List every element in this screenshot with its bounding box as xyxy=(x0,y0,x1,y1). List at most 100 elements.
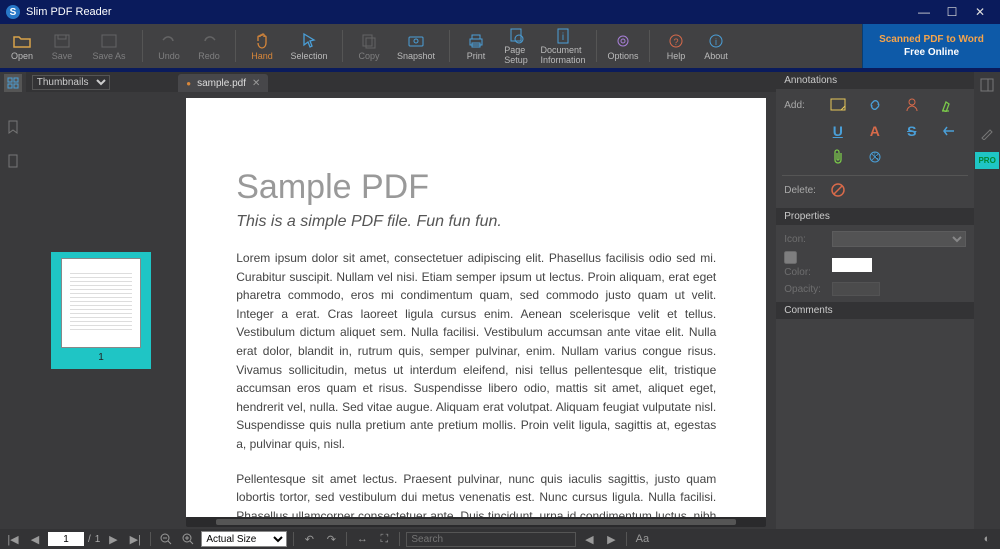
fit-page-button[interactable]: ⛶ xyxy=(375,531,393,547)
print-button[interactable]: Print xyxy=(456,24,496,68)
search-input[interactable] xyxy=(406,532,576,547)
link-tool[interactable] xyxy=(857,95,892,115)
promo-line1: Scanned PDF to Word xyxy=(879,34,984,45)
pro-badge[interactable]: PRO xyxy=(975,152,999,169)
save-as-button[interactable]: Save As xyxy=(82,24,136,68)
hand-icon xyxy=(254,31,270,51)
properties-header: Properties xyxy=(776,208,974,225)
tab-sample-pdf[interactable]: ● sample.pdf ✕ xyxy=(178,74,268,92)
right-tool-strip: PRO xyxy=(974,72,1000,529)
prop-icon-select[interactable] xyxy=(832,231,966,247)
thumbnails-panel-toggle[interactable] xyxy=(4,74,22,92)
doc-subheading: This is a simple PDF file. Fun fun fun. xyxy=(236,213,716,231)
pen-panel-toggle[interactable] xyxy=(976,122,998,144)
statusbar: |◀ ◀ / 1 ▶ ▶| Actual Size ↶ ↷ ↔ ⛶ ◀ ▶ Aa… xyxy=(0,529,1000,549)
save-as-icon xyxy=(101,31,117,51)
zoom-in-icon xyxy=(181,532,195,546)
window-maximize[interactable]: ☐ xyxy=(938,5,966,19)
help-button[interactable]: ?Help xyxy=(656,24,696,68)
open-button[interactable]: Open xyxy=(2,24,42,68)
redo-button[interactable]: Redo xyxy=(189,24,229,68)
next-page-button[interactable]: ▶ xyxy=(104,531,122,547)
doc-paragraph-1: Lorem ipsum dolor sit amet, consectetuer… xyxy=(236,249,716,454)
sidebar-mode-select[interactable]: Thumbnails xyxy=(32,75,110,90)
panel-icon xyxy=(980,78,994,92)
attach-tool[interactable] xyxy=(820,147,855,167)
signature-tool[interactable] xyxy=(894,95,929,115)
note-tool[interactable] xyxy=(820,95,855,115)
arrow-icon xyxy=(941,124,957,138)
page-setup-icon xyxy=(508,26,524,46)
prev-page-button[interactable]: ◀ xyxy=(26,531,44,547)
promo-banner[interactable]: Scanned PDF to Word Free Online xyxy=(862,24,1000,68)
zoom-out-button[interactable] xyxy=(157,531,175,547)
copy-button[interactable]: Copy xyxy=(349,24,389,68)
prop-opacity-input[interactable] xyxy=(832,282,880,296)
highlighter-icon xyxy=(941,98,957,112)
text-tool[interactable]: A xyxy=(857,121,892,141)
pdf-page: Sample PDF This is a simple PDF file. Fu… xyxy=(186,98,766,517)
no-entry-icon xyxy=(830,182,846,198)
prop-color-swatch[interactable] xyxy=(832,258,872,272)
last-page-button[interactable]: ▶| xyxy=(126,531,144,547)
fit-width-button[interactable]: ↔ xyxy=(353,531,371,547)
thumbnails-header: Thumbnails xyxy=(26,72,177,92)
comments-header: Comments xyxy=(776,302,974,319)
arrow-tool[interactable] xyxy=(931,121,966,141)
undo-icon xyxy=(161,31,177,51)
print-icon xyxy=(467,31,485,51)
snapshot-button[interactable]: Snapshot xyxy=(389,24,443,68)
search-prev-button[interactable]: ◀ xyxy=(580,531,598,547)
grid-icon xyxy=(7,77,19,89)
hand-tool-button[interactable]: Hand xyxy=(242,24,282,68)
window-minimize[interactable]: — xyxy=(910,5,938,19)
window-close[interactable]: ✕ xyxy=(966,5,994,19)
contrast-button[interactable]: ◐ xyxy=(978,531,996,547)
doc-info-button[interactable]: iDocument Information xyxy=(536,24,590,68)
attachments-panel-toggle[interactable] xyxy=(4,152,22,170)
rotate-cw-button[interactable]: ↷ xyxy=(322,531,340,547)
rotate-ccw-button[interactable]: ↶ xyxy=(300,531,318,547)
stamp-tool[interactable] xyxy=(857,147,892,167)
add-label: Add: xyxy=(784,100,818,111)
page-setup-button[interactable]: Page Setup xyxy=(496,24,536,68)
tab-close-button[interactable]: ✕ xyxy=(252,78,260,89)
undo-button[interactable]: Undo xyxy=(149,24,189,68)
page-slash: / xyxy=(88,534,91,545)
first-page-button[interactable]: |◀ xyxy=(4,531,22,547)
case-toggle[interactable]: Aa xyxy=(633,531,651,547)
annotations-panel-toggle[interactable] xyxy=(976,74,998,96)
gear-icon xyxy=(615,31,631,51)
page-thumbnail-1[interactable]: 1 xyxy=(51,252,151,369)
bookmarks-panel-toggle[interactable] xyxy=(4,118,22,136)
thumbnails-panel: Thumbnails 1 xyxy=(26,72,177,529)
underline-tool[interactable]: U xyxy=(820,121,855,141)
sticky-note-icon xyxy=(830,98,846,112)
document-tabs: ● sample.pdf ✕ xyxy=(176,72,776,92)
page-viewport[interactable]: Sample PDF This is a simple PDF file. Fu… xyxy=(176,92,776,517)
tab-modified-icon: ● xyxy=(186,79,191,88)
highlighter-tool[interactable] xyxy=(931,95,966,115)
prop-opacity-label: Opacity: xyxy=(784,284,826,295)
about-button[interactable]: iAbout xyxy=(696,24,736,68)
options-button[interactable]: Options xyxy=(603,24,643,68)
save-button[interactable]: Save xyxy=(42,24,82,68)
folder-open-icon xyxy=(13,31,31,51)
page-number-input[interactable] xyxy=(48,532,84,546)
link-icon xyxy=(867,98,883,112)
selection-tool-button[interactable]: Selection xyxy=(282,24,336,68)
horizontal-scrollbar[interactable] xyxy=(186,517,766,527)
prop-icon-label: Icon: xyxy=(784,234,826,245)
annotations-header: Annotations xyxy=(776,72,974,89)
page-total: 1 xyxy=(95,534,101,545)
svg-text:?: ? xyxy=(673,37,678,47)
prop-color-checkbox[interactable] xyxy=(784,251,797,264)
doc-info-icon: i xyxy=(555,26,571,46)
strikeout-tool[interactable]: S xyxy=(894,121,929,141)
delete-annotation-button[interactable] xyxy=(830,180,846,200)
pencil-icon xyxy=(980,126,994,140)
zoom-select[interactable]: Actual Size xyxy=(201,531,287,547)
search-next-button[interactable]: ▶ xyxy=(602,531,620,547)
zoom-in-button[interactable] xyxy=(179,531,197,547)
thumbnail-page-number: 1 xyxy=(57,352,145,363)
